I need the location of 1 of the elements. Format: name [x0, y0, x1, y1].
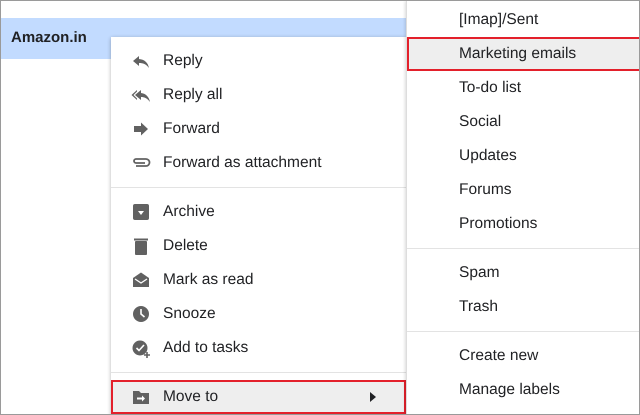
email-sender: Amazon.in: [11, 28, 88, 48]
